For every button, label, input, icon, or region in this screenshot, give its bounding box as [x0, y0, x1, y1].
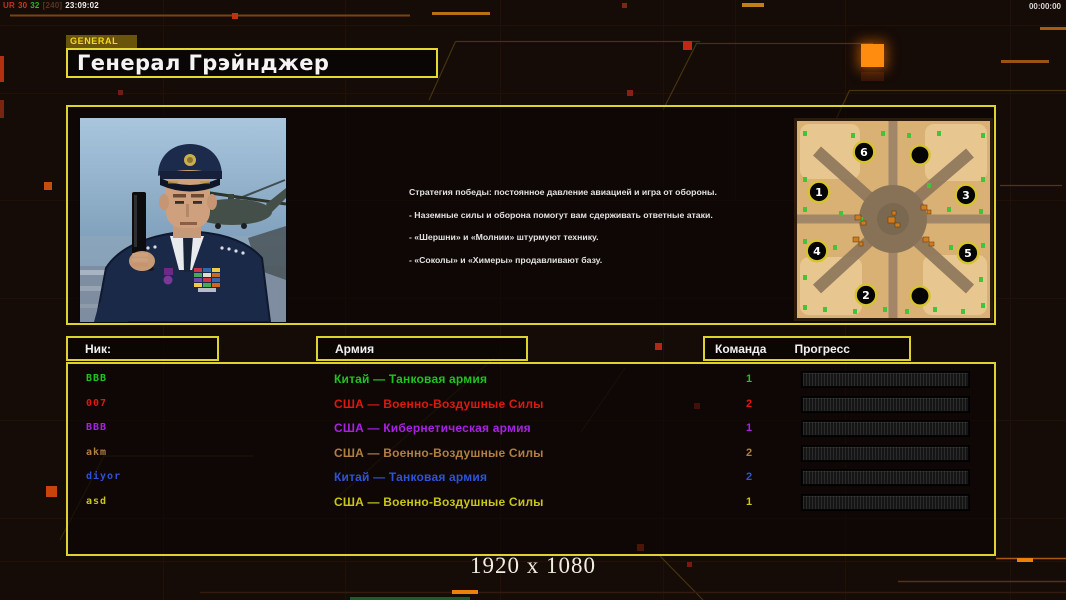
led-reflection: [861, 72, 884, 81]
decor-dash: [742, 3, 764, 7]
decor-dash: [1001, 60, 1049, 63]
player-team: 1: [745, 373, 753, 385]
decor-square: [46, 486, 57, 497]
decor-dash: [432, 12, 490, 15]
briefing-panel: Стратегия победы: постоянное давление ав…: [66, 105, 996, 325]
lobby-screen: UR 30 32 [240] 23:09:02 00:00:00 GENERAL Ген…: [0, 0, 1066, 600]
player-nick: asd: [86, 495, 108, 507]
player-list: BBB Китай — Танковая армия 1 007 США — В…: [66, 362, 996, 556]
debug-tag: UR: [3, 1, 15, 10]
spawn-number: 3: [962, 189, 970, 202]
debug-time: 23:09:02: [65, 1, 99, 10]
debug-overlay: UR 30 32 [240] 23:09:02: [3, 1, 102, 10]
player-nick: 007: [86, 397, 108, 409]
player-row: 007 США — Военно-Воздушные Силы 2: [68, 393, 994, 417]
decor-square: [118, 90, 123, 95]
spawn-number: 2: [862, 289, 870, 302]
strategy-line: - Наземные силы и оборона помогут вам сд…: [409, 209, 713, 220]
decor-square: [683, 41, 692, 50]
strategy-line: - «Соколы» и «Химеры» продавливают базу.: [409, 254, 603, 265]
spawn-number: 4: [813, 245, 821, 258]
column-header-nick: Ник:: [66, 336, 219, 361]
player-team: 1: [745, 495, 753, 508]
player-nick: BBB: [86, 422, 108, 433]
player-army: Китай — Танковая армия: [334, 372, 488, 386]
debug-value: 32: [30, 1, 40, 10]
player-team: 1: [745, 422, 753, 434]
player-team: 2: [745, 471, 753, 483]
map-hole: [909, 144, 931, 166]
progress-bar: [802, 494, 969, 510]
decor-square: [44, 182, 52, 190]
progress-bar: [802, 372, 969, 387]
player-row: akm США — Военно-Воздушные Силы 2: [68, 442, 994, 466]
player-team: 2: [745, 397, 753, 410]
progress-bar: [802, 421, 969, 436]
led-square: [861, 44, 884, 67]
decor-dash: [452, 590, 478, 594]
decor-square: [622, 3, 627, 8]
player-team: 2: [745, 446, 753, 459]
player-nick: akm: [86, 446, 108, 458]
column-header-army: Армия: [316, 336, 528, 361]
strategy-line: Стратегия победы: постоянное давление ав…: [409, 187, 717, 197]
debug-bracket: [240]: [42, 1, 63, 10]
player-nick: diyor: [86, 471, 122, 482]
progress-bar: [802, 445, 969, 461]
decor-red-tick: [0, 100, 4, 118]
progress-bar: [802, 470, 969, 485]
map-hole: [909, 285, 931, 307]
player-army: США — Военно-Воздушные Силы: [334, 445, 544, 460]
spawn-number: 1: [815, 186, 823, 199]
column-header-team-progress: Команда Прогресс: [703, 336, 911, 361]
resolution-label: 1920 x 1080: [470, 553, 596, 578]
decor-dash: [1040, 27, 1066, 30]
strategy-line: - «Шершни» и «Молнии» штурмуют технику.: [409, 232, 599, 242]
general-name: Генерал Грэйнджер: [77, 51, 330, 75]
decor-square: [627, 90, 633, 96]
player-row: BBB Китай — Танковая армия 1: [68, 368, 994, 392]
debug-fps: 30: [17, 1, 28, 10]
player-row: diyor Китай — Танковая армия 2: [68, 466, 994, 490]
player-nick: BBB: [86, 373, 108, 384]
player-army: Китай — Танковая армия: [334, 470, 488, 484]
player-army: США — Военно-Воздушные Силы: [334, 396, 544, 411]
tab-general[interactable]: GENERAL: [66, 35, 137, 48]
player-army: США — Военно-Воздушные Силы: [334, 494, 544, 509]
player-row: asd США — Военно-Воздушные Силы 1: [68, 491, 994, 515]
spawn-number: 6: [860, 146, 868, 159]
strategy-text: Стратегия победы: постоянное давление ав…: [409, 187, 754, 277]
decor-red-tick: [0, 56, 4, 82]
match-clock: 00:00:00: [1028, 2, 1061, 11]
spawn-number: 5: [964, 247, 972, 260]
general-portrait: [79, 117, 287, 323]
player-row: BBB США — Кибернетическая армия 1: [68, 417, 994, 441]
decor-square: [655, 343, 662, 350]
decor-square: [232, 13, 238, 19]
minimap: 6 1 3 4 5 2: [794, 118, 993, 321]
progress-bar: [802, 396, 969, 412]
general-title-box: Генерал Грэйнджер: [66, 48, 438, 78]
player-army: США — Кибернетическая армия: [334, 421, 531, 435]
